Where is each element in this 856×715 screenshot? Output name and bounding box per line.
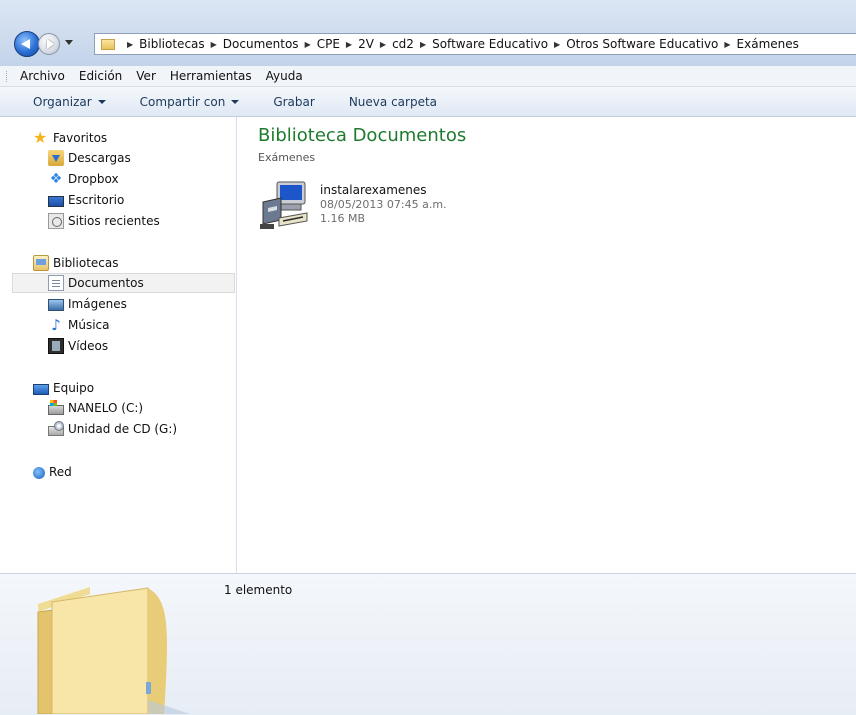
nav-computer-label: Equipo bbox=[53, 381, 95, 395]
nav-item-drive-c[interactable]: NANELO (C:) bbox=[48, 398, 143, 418]
file-item[interactable]: instalarexamenes 08/05/2013 07:45 a.m. 1… bbox=[259, 180, 499, 232]
new-folder-button[interactable]: Nueva carpeta bbox=[349, 95, 437, 109]
chevron-right-icon[interactable]: ▶ bbox=[211, 40, 217, 49]
nav-item-label: Imágenes bbox=[68, 297, 127, 311]
recent-pages-dropdown-icon[interactable] bbox=[65, 40, 73, 45]
folder-icon bbox=[37, 587, 190, 714]
nav-favorites-label: Favoritos bbox=[53, 131, 108, 145]
chevron-right-icon[interactable]: ▶ bbox=[420, 40, 426, 49]
breadcrumb-bibliotecas[interactable]: Bibliotecas bbox=[139, 37, 204, 51]
burn-button[interactable]: Grabar bbox=[273, 95, 315, 109]
share-button[interactable]: Compartir con bbox=[140, 95, 240, 109]
breadcrumb-cd2[interactable]: cd2 bbox=[392, 37, 414, 51]
chevron-right-icon[interactable]: ▶ bbox=[380, 40, 386, 49]
organize-button[interactable]: Organizar bbox=[33, 95, 106, 109]
installer-icon bbox=[260, 181, 308, 229]
nav-item-label: Música bbox=[68, 318, 110, 332]
nav-item-label: Descargas bbox=[68, 151, 131, 165]
details-pane: 1 elemento bbox=[0, 573, 856, 715]
breadcrumb-documentos[interactable]: Documentos bbox=[223, 37, 299, 51]
nav-item-label: Documentos bbox=[68, 276, 144, 290]
nav-item-sitios-recientes[interactable]: Sitios recientes bbox=[48, 211, 160, 231]
forward-button[interactable] bbox=[38, 33, 60, 55]
nav-libraries-label: Bibliotecas bbox=[53, 256, 119, 270]
folder-icon bbox=[101, 38, 115, 50]
pictures-icon bbox=[48, 299, 64, 311]
address-bar[interactable]: ▶ Bibliotecas ▶ Documentos ▶ CPE ▶ 2V ▶ … bbox=[94, 33, 856, 55]
nav-item-videos[interactable]: Vídeos bbox=[48, 336, 108, 356]
recent-places-icon bbox=[48, 213, 64, 229]
file-name: instalarexamenes bbox=[320, 183, 427, 197]
nav-item-label: NANELO (C:) bbox=[68, 401, 144, 415]
navigation-pane: ★ Favoritos Descargas ❖ Dropbox Escritor… bbox=[0, 117, 237, 573]
menu-ayuda[interactable]: Ayuda bbox=[266, 69, 303, 83]
nav-item-label: Unidad de CD (G:) bbox=[68, 422, 178, 436]
nav-item-descargas[interactable]: Descargas bbox=[48, 148, 131, 168]
chevron-down-icon bbox=[97, 99, 106, 104]
chevron-right-icon[interactable]: ▶ bbox=[305, 40, 311, 49]
command-bar: Organizar Compartir con Grabar Nueva car… bbox=[0, 87, 856, 117]
chevron-right-icon[interactable]: ▶ bbox=[346, 40, 352, 49]
back-button[interactable] bbox=[14, 31, 40, 57]
breadcrumb-software-educativo[interactable]: Software Educativo bbox=[432, 37, 548, 51]
chevron-right-icon[interactable]: ▶ bbox=[127, 40, 133, 49]
chevron-right-icon[interactable]: ▶ bbox=[724, 40, 730, 49]
menu-herramientas[interactable]: Herramientas bbox=[170, 69, 252, 83]
library-title: Biblioteca Documentos bbox=[258, 125, 467, 146]
nav-item-escritorio[interactable]: Escritorio bbox=[48, 190, 124, 210]
navigation-buttons bbox=[14, 31, 90, 57]
document-icon bbox=[48, 275, 64, 291]
window-header: ▶ Bibliotecas ▶ Documentos ▶ CPE ▶ 2V ▶ … bbox=[0, 0, 856, 66]
desktop-icon bbox=[48, 195, 64, 207]
nav-network[interactable]: Red bbox=[33, 462, 72, 482]
file-list-pane: Biblioteca Documentos Exámenes instalare… bbox=[237, 117, 856, 573]
chevron-down-icon bbox=[231, 99, 240, 104]
library-subtitle: Exámenes bbox=[258, 151, 316, 164]
system-drive-icon bbox=[48, 400, 64, 415]
downloads-icon bbox=[48, 150, 64, 166]
chevron-right-icon[interactable]: ▶ bbox=[554, 40, 560, 49]
menu-ver[interactable]: Ver bbox=[136, 69, 156, 83]
file-size: 1.16 MB bbox=[320, 212, 366, 225]
share-label: Compartir con bbox=[139, 94, 226, 109]
menu-bar: Archivo Edición Ver Herramientas Ayuda bbox=[0, 66, 856, 87]
nav-item-label: Sitios recientes bbox=[68, 214, 160, 228]
network-icon bbox=[33, 467, 45, 479]
computer-icon bbox=[33, 383, 49, 395]
breadcrumb-examenes[interactable]: Exámenes bbox=[737, 37, 799, 51]
nav-favorites[interactable]: ★ Favoritos bbox=[33, 128, 107, 148]
cd-drive-icon bbox=[48, 421, 64, 436]
menu-edicion[interactable]: Edición bbox=[79, 69, 122, 83]
nav-item-musica[interactable]: ♪ Música bbox=[48, 315, 110, 335]
nav-item-documentos[interactable]: Documentos bbox=[12, 273, 235, 293]
breadcrumb-otros-software-educativo[interactable]: Otros Software Educativo bbox=[566, 37, 718, 51]
breadcrumb-2v[interactable]: 2V bbox=[358, 37, 374, 51]
nav-item-label: Escritorio bbox=[68, 193, 125, 207]
star-icon: ★ bbox=[33, 128, 48, 147]
video-icon bbox=[48, 338, 64, 354]
organize-label: Organizar bbox=[33, 94, 92, 109]
nav-item-label: Vídeos bbox=[68, 339, 109, 353]
nav-item-imagenes[interactable]: Imágenes bbox=[48, 294, 127, 314]
menu-grip bbox=[6, 71, 9, 82]
file-date: 08/05/2013 07:45 a.m. bbox=[320, 198, 447, 211]
nav-network-label: Red bbox=[49, 465, 72, 479]
nav-computer[interactable]: Equipo bbox=[33, 378, 94, 398]
menu-archivo[interactable]: Archivo bbox=[20, 69, 65, 83]
dropbox-icon: ❖ bbox=[49, 171, 63, 187]
nav-item-label: Dropbox bbox=[68, 172, 119, 186]
item-count: 1 elemento bbox=[224, 583, 293, 597]
nav-libraries[interactable]: Bibliotecas bbox=[33, 253, 118, 273]
nav-item-dropbox[interactable]: ❖ Dropbox bbox=[48, 169, 119, 189]
nav-item-cd-drive[interactable]: Unidad de CD (G:) bbox=[48, 419, 177, 439]
breadcrumb-cpe[interactable]: CPE bbox=[317, 37, 340, 51]
libraries-icon bbox=[33, 255, 49, 271]
music-icon: ♪ bbox=[51, 316, 61, 334]
